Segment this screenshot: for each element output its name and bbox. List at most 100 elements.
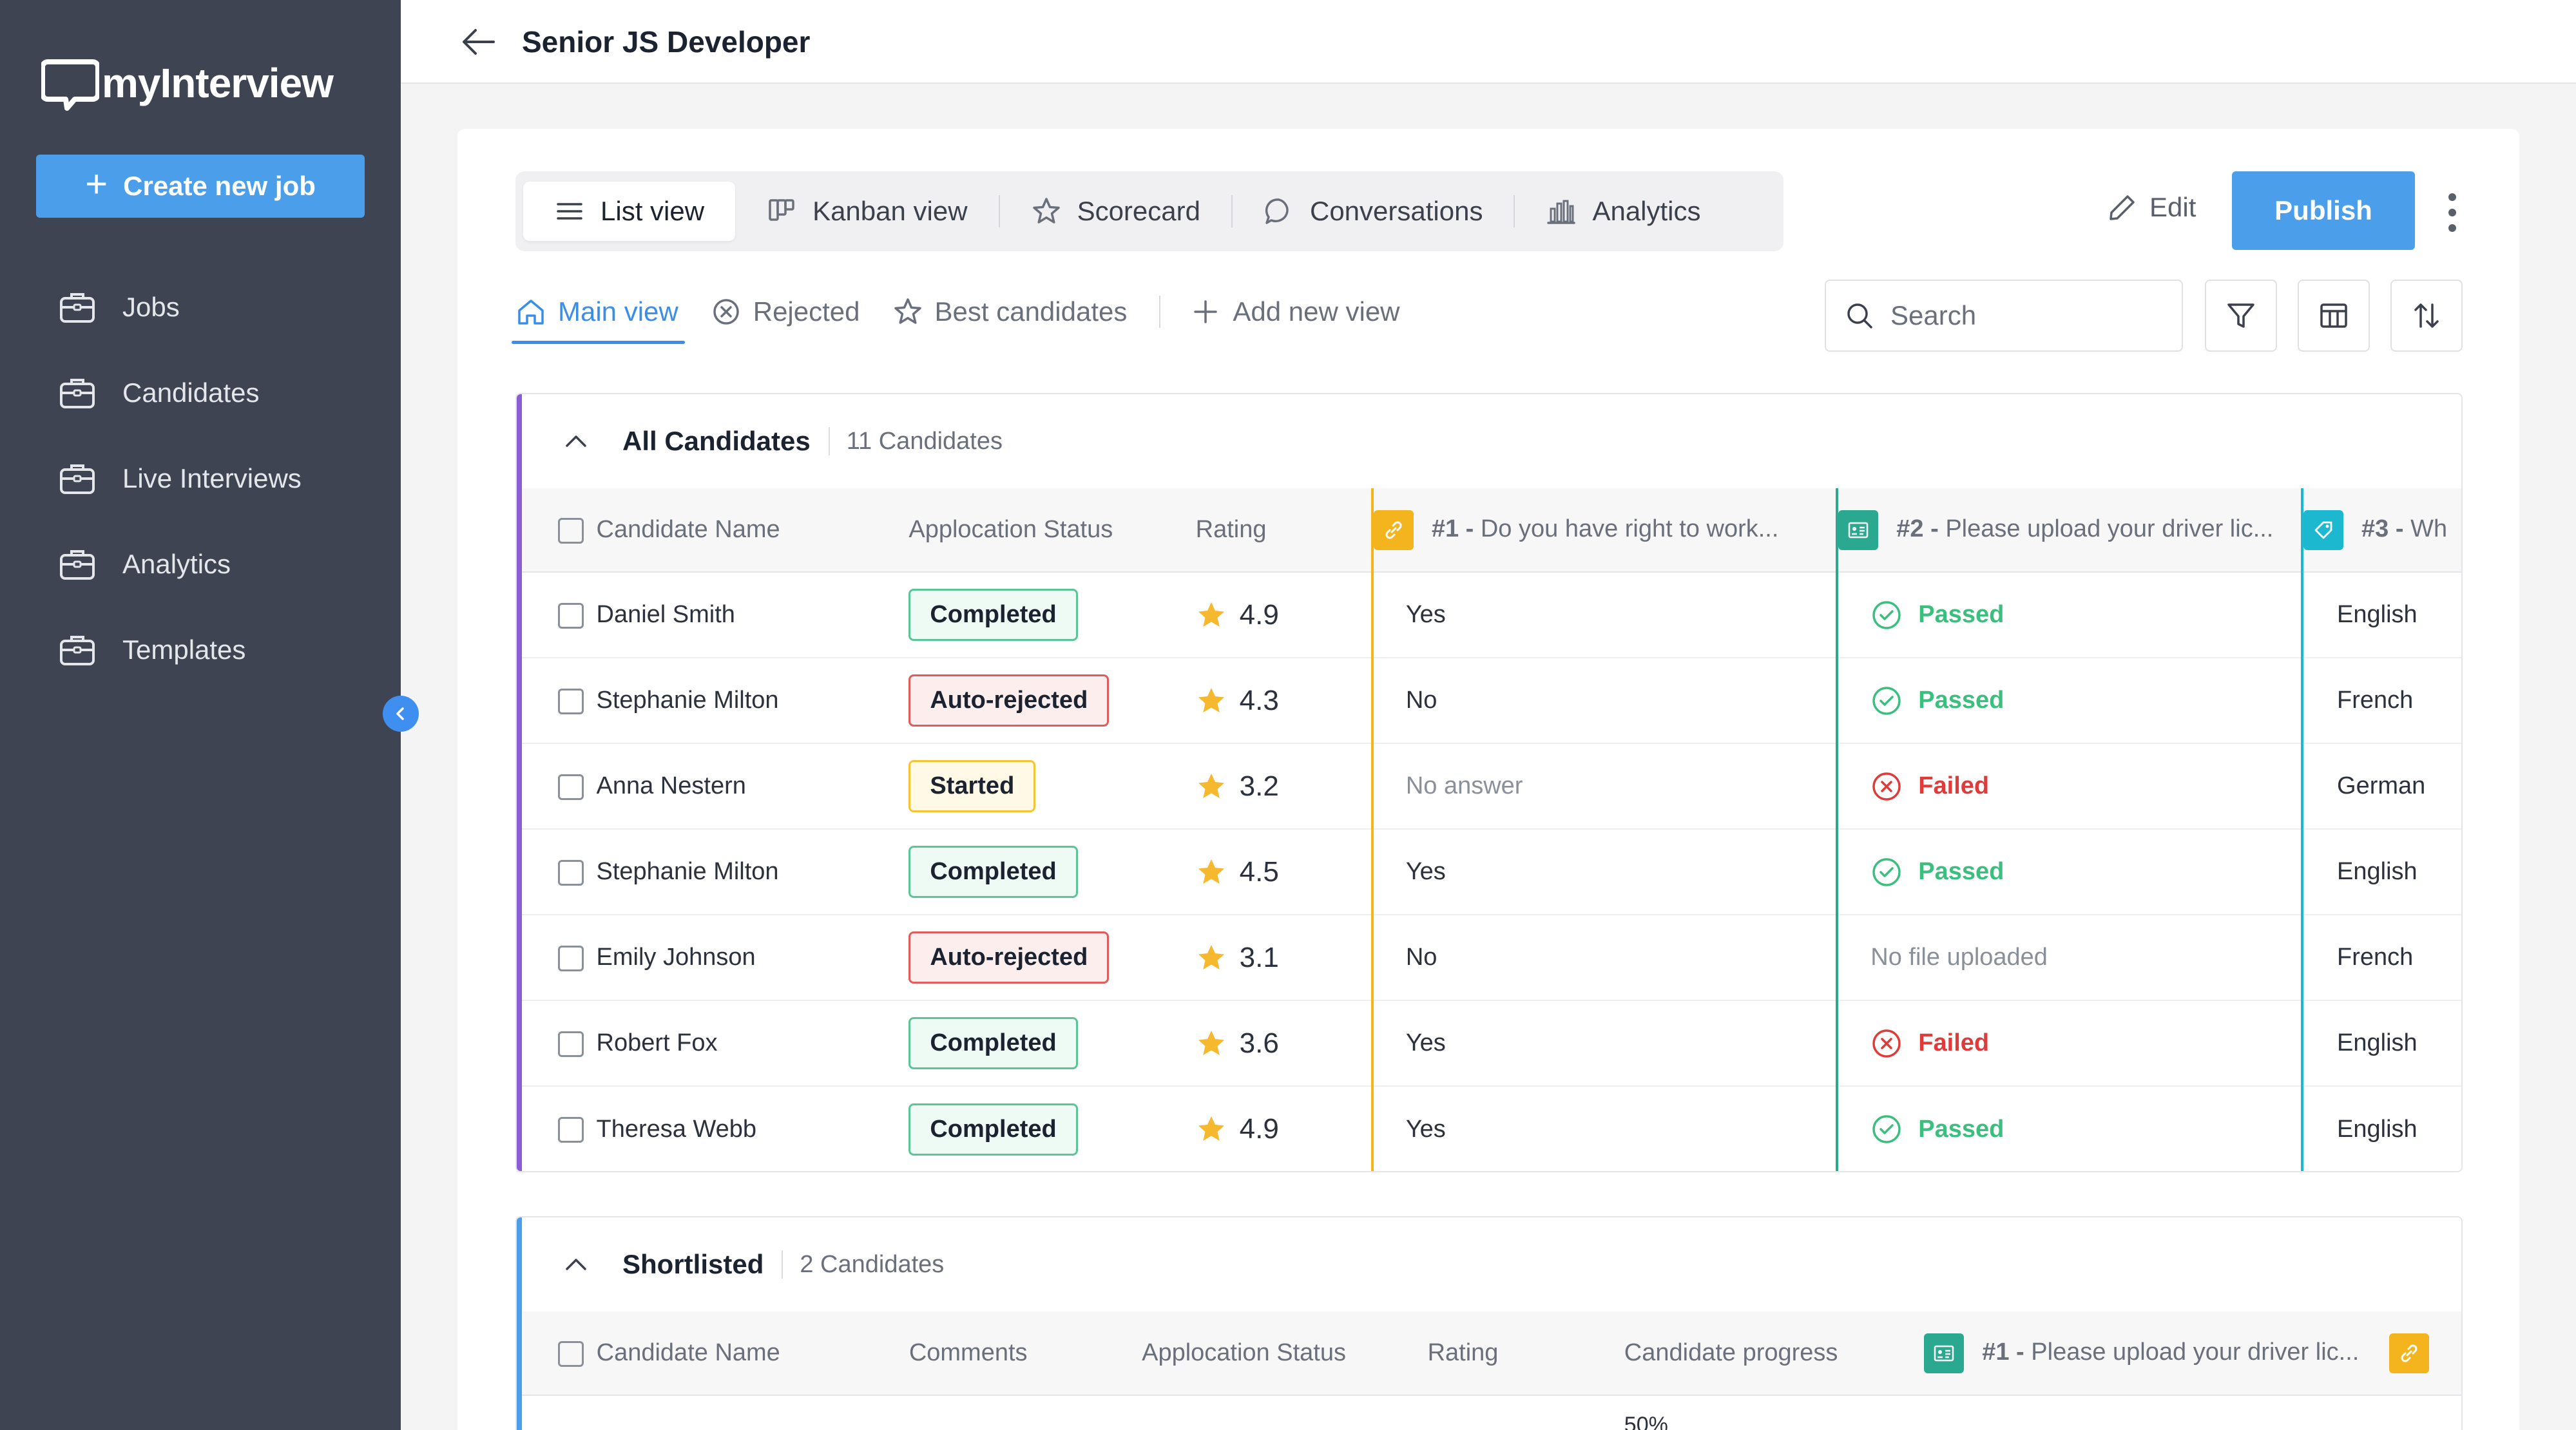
column-header-status[interactable]: Applocation Status (1142, 1311, 1427, 1395)
star-filled-icon (1196, 1114, 1227, 1145)
row-checkbox[interactable] (558, 946, 584, 971)
column-header-q2[interactable]: #2 - Please upload your driver lic... (1837, 488, 2302, 572)
create-new-job-button[interactable]: + Create new job (36, 155, 365, 218)
search-input[interactable]: Search (1825, 280, 2183, 352)
table-row[interactable]: 50% (517, 1395, 2461, 1430)
column-header-name[interactable]: Candidate Name (597, 488, 909, 572)
answer-q2: Failed (1837, 743, 2302, 829)
column-header-name[interactable]: Candidate Name (597, 1311, 909, 1395)
answer-q1: Yes (1372, 1000, 1837, 1086)
result-empty: No file uploaded (1870, 944, 2048, 971)
candidate-name[interactable]: Emily Johnson (597, 915, 909, 1000)
candidate-name[interactable]: Daniel Smith (597, 572, 909, 658)
section-header[interactable]: All Candidates 11 Candidates (517, 394, 2461, 488)
table-row[interactable]: Theresa WebbCompleted4.9YesPassedEnglish (517, 1086, 2461, 1172)
tab-list-view[interactable]: List view (523, 182, 735, 241)
answer-q2: Passed (1837, 572, 2302, 658)
column-header-q3[interactable]: #3 - Wh (2302, 488, 2461, 572)
question-text: Wh (2404, 515, 2448, 542)
sidebar-item-candidates[interactable]: Candidates (58, 350, 302, 435)
result-passed: Passed (1870, 1113, 2301, 1145)
column-header-rating[interactable]: Rating (1196, 488, 1372, 572)
candidate-name[interactable]: Theresa Webb (597, 1086, 909, 1172)
column-header-status[interactable]: Applocation Status (908, 488, 1195, 572)
filter-button[interactable] (2205, 280, 2277, 352)
answer-q2: Passed (1837, 1086, 2302, 1172)
add-new-view-button[interactable]: Add new view (1190, 287, 1399, 336)
view-rejected[interactable]: Rejected (711, 287, 860, 336)
row-checkbox[interactable] (558, 689, 584, 714)
tab-analytics[interactable]: Analytics (1515, 182, 1731, 241)
section-color-bar (517, 1217, 522, 1430)
collapse-sidebar-button[interactable] (383, 696, 419, 732)
chevron-up-icon (562, 427, 590, 455)
id-card-icon (1838, 510, 1878, 550)
x-circle-icon (711, 296, 742, 327)
view-label: Main view (558, 296, 678, 327)
table-row[interactable]: Daniel SmithCompleted4.9YesPassedEnglish (517, 572, 2461, 658)
sidebar-item-analytics[interactable]: Analytics (58, 521, 302, 607)
back-arrow-icon[interactable] (460, 26, 496, 58)
column-header-q1[interactable]: #1 - Please upload your driver lic... (1924, 1311, 2389, 1395)
tab-conversations[interactable]: Conversations (1233, 182, 1514, 241)
row-checkbox[interactable] (558, 774, 584, 800)
search-icon (1844, 300, 1875, 331)
column-header-rating[interactable]: Rating (1428, 1311, 1624, 1395)
sidebar-item-templates[interactable]: Templates (58, 607, 302, 692)
sidebar-item-live-interviews[interactable]: Live Interviews (58, 435, 302, 521)
status-badge: Auto-rejected (908, 931, 1109, 984)
x-circle-icon (1870, 1027, 1903, 1060)
column-header-progress[interactable]: Candidate progress (1624, 1311, 1924, 1395)
table-row[interactable]: Stephanie MiltonAuto-rejected4.3NoPassed… (517, 658, 2461, 743)
select-all-checkbox[interactable] (558, 1341, 584, 1367)
question-number: #1 - (1432, 515, 1474, 542)
row-checkbox[interactable] (558, 1031, 584, 1057)
more-options-button[interactable] (2446, 193, 2459, 232)
answer-q2: No file uploaded (1837, 915, 2302, 1000)
row-checkbox[interactable] (558, 860, 584, 886)
table-row[interactable]: Emily JohnsonAuto-rejected3.1NoNo file u… (517, 915, 2461, 1000)
column-header-comments[interactable]: Comments (909, 1311, 1142, 1395)
rating-value: 3.6 (1240, 1027, 1279, 1060)
sidebar-item-label: Jobs (122, 292, 180, 323)
tab-kanban-view[interactable]: Kanban view (735, 182, 999, 241)
tab-scorecard[interactable]: Scorecard (1000, 182, 1231, 241)
candidate-name[interactable]: Anna Nestern (597, 743, 909, 829)
column-header-q1[interactable]: #1 - Do you have right to work... (1372, 488, 1837, 572)
candidate-name[interactable]: Stephanie Milton (597, 829, 909, 915)
rating-value: 4.3 (1240, 685, 1279, 717)
result-failed: Failed (1870, 1027, 2301, 1060)
list-icon (554, 196, 585, 227)
sidebar-nav: Jobs Candidates Live Interviews Analytic… (58, 264, 302, 692)
answer-q2: Failed (1837, 1000, 2302, 1086)
publish-button[interactable]: Publish (2232, 171, 2415, 250)
view-best-candidates[interactable]: Best candidates (892, 287, 1128, 336)
all-candidates-section: All Candidates 11 Candidates Candidate N… (515, 393, 2463, 1172)
table-row[interactable]: Robert FoxCompleted3.6YesFailedEnglish (517, 1000, 2461, 1086)
tab-label: Conversations (1310, 196, 1483, 227)
candidate-name[interactable]: Stephanie Milton (597, 658, 909, 743)
column-header-q2[interactable] (2389, 1311, 2461, 1395)
sidebar-item-jobs[interactable]: Jobs (58, 264, 302, 350)
top-bar: Senior JS Developer (401, 0, 2576, 84)
section-title: Shortlisted (622, 1249, 764, 1280)
rating-value: 4.9 (1240, 1113, 1279, 1145)
table-header-row: Candidate Name Comments Applocation Stat… (517, 1311, 2461, 1395)
sort-button[interactable] (2390, 280, 2463, 352)
row-checkbox[interactable] (558, 603, 584, 629)
star-icon (1031, 196, 1062, 227)
create-new-job-label: Create new job (123, 171, 316, 202)
candidates-table: Candidate Name Applocation Status Rating… (517, 488, 2461, 1172)
section-header[interactable]: Shortlisted 2 Candidates (517, 1217, 2461, 1311)
table-row[interactable]: Stephanie MiltonCompleted4.5YesPassedEng… (517, 829, 2461, 915)
view-main[interactable]: Main view (515, 287, 678, 336)
edit-button[interactable]: Edit (2107, 192, 2196, 223)
app-logo[interactable]: myInterview (41, 54, 333, 112)
table-row[interactable]: Anna NesternStarted3.2No answerFailedGer… (517, 743, 2461, 829)
select-all-checkbox[interactable] (558, 518, 584, 544)
row-checkbox[interactable] (558, 1117, 584, 1143)
candidate-name[interactable]: Robert Fox (597, 1000, 909, 1086)
pencil-icon (2107, 192, 2138, 223)
columns-button[interactable] (2298, 280, 2370, 352)
answer-q1: No (1372, 915, 1837, 1000)
